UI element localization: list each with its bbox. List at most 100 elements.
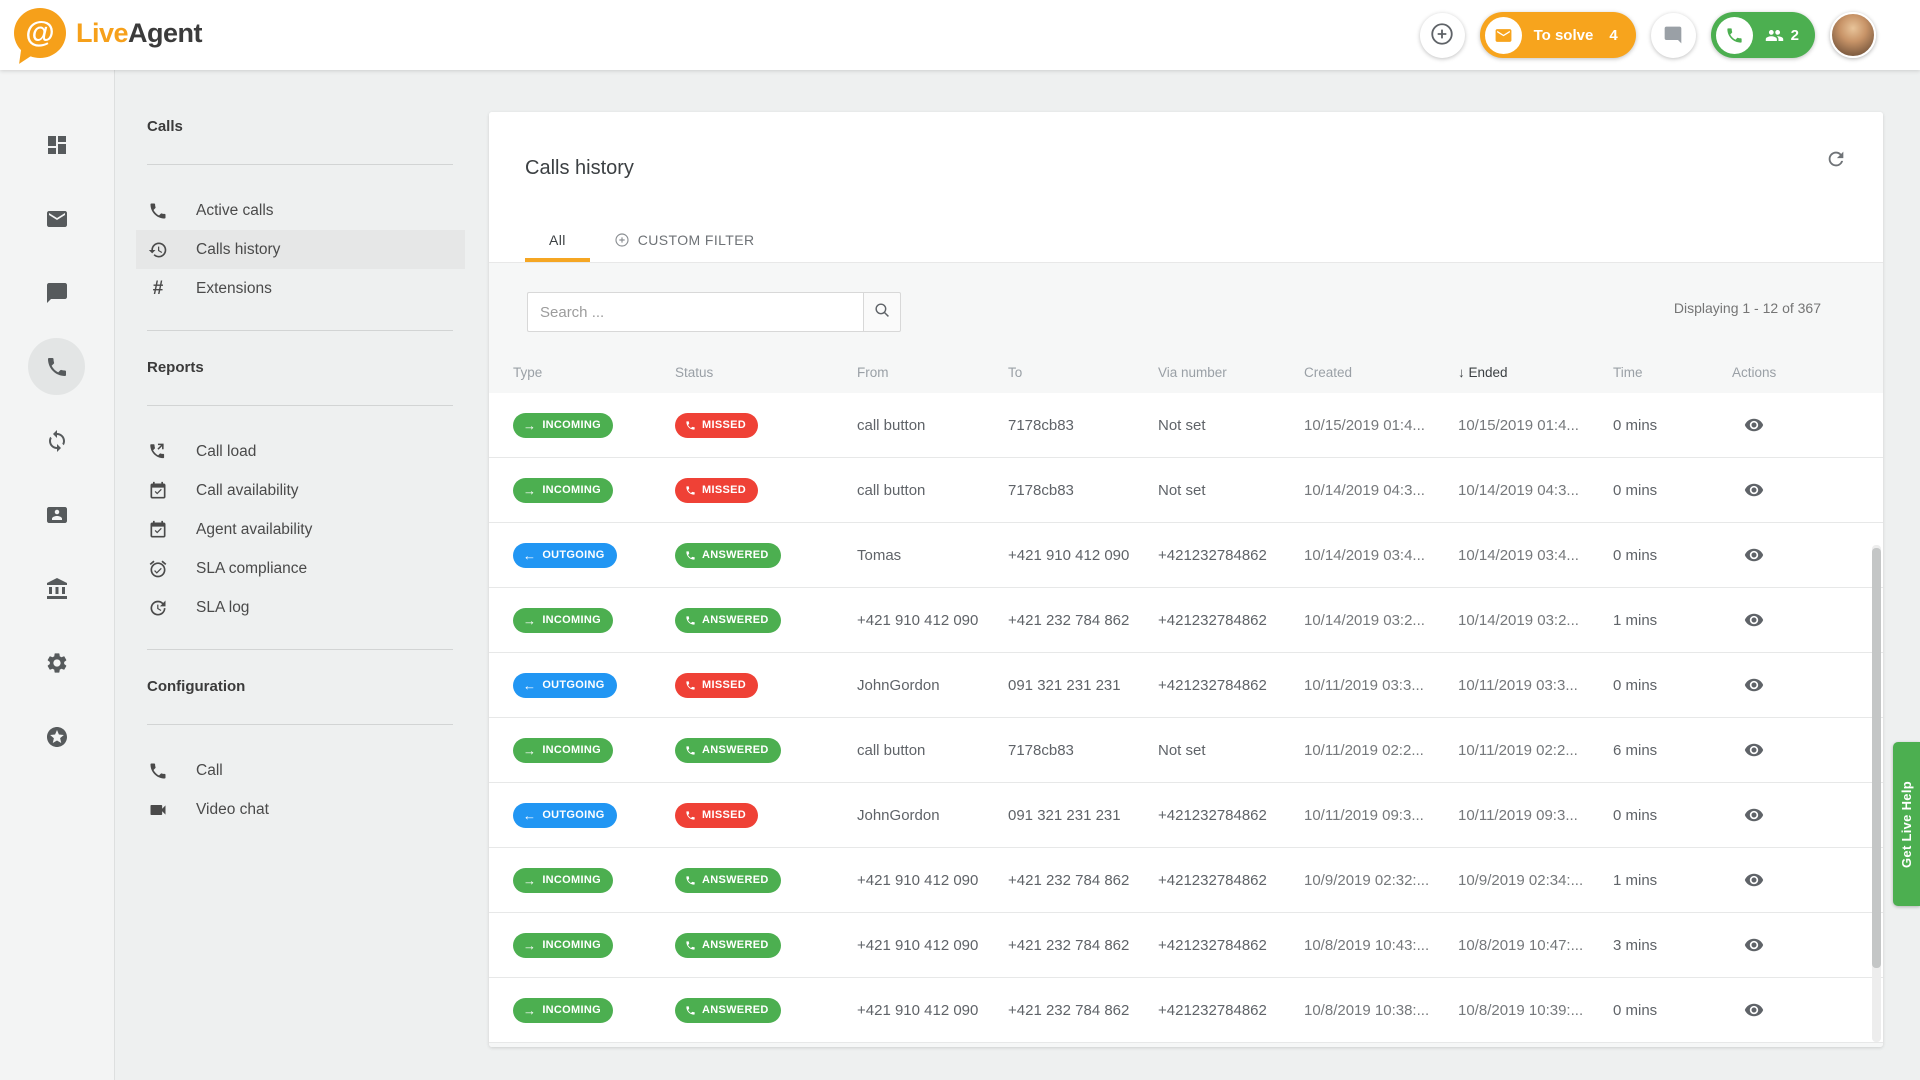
bank-icon [45, 577, 69, 601]
via-number-cell: +421232784862 [1158, 937, 1304, 954]
sidebar-item-sla-compliance[interactable]: SLA compliance [136, 549, 465, 588]
chat-bubble-icon [1663, 25, 1683, 45]
view-call-button[interactable] [1732, 415, 1764, 435]
table-row[interactable]: →INCOMINGANSWEREDcall button7178cb83Not … [489, 718, 1883, 783]
view-call-button[interactable] [1732, 610, 1764, 630]
tab-label: CUSTOM FILTER [638, 232, 755, 248]
view-call-button[interactable] [1732, 480, 1764, 500]
view-call-button[interactable] [1732, 675, 1764, 695]
to-cell: 091 321 231 231 [1008, 677, 1158, 694]
table-row[interactable]: →INCOMINGANSWERED+421 910 412 090+421 23… [489, 588, 1883, 653]
sidebar-item-active-calls[interactable]: Active calls [136, 191, 465, 230]
sidebar-item-label: Call load [196, 443, 256, 461]
sidebar-item-sla-log[interactable]: SLA log [136, 588, 465, 627]
rail-item-contacts[interactable] [20, 478, 94, 552]
scrollbar-thumb[interactable] [1872, 548, 1881, 968]
user-avatar[interactable] [1830, 12, 1876, 58]
column-header-via-number[interactable]: Via number [1158, 365, 1304, 380]
eye-icon [1744, 935, 1764, 955]
mail-icon [45, 207, 69, 231]
sidebar-item-call[interactable]: Call [136, 751, 465, 790]
filter-tabs: All CUSTOM FILTER [525, 218, 778, 262]
via-number-cell: +421232784862 [1158, 872, 1304, 889]
arrow-left-icon: ← [523, 679, 536, 692]
rail-item-sync[interactable] [20, 404, 94, 478]
table-row[interactable]: →INCOMINGMISSEDcall button7178cb83Not se… [489, 393, 1883, 458]
view-call-button[interactable] [1732, 870, 1764, 890]
column-header-status[interactable]: Status [675, 365, 857, 380]
rail-item-dashboard[interactable] [20, 108, 94, 182]
eye-icon [1744, 675, 1764, 695]
ended-cell: 10/11/2019 02:2... [1458, 742, 1613, 759]
view-call-button[interactable] [1732, 935, 1764, 955]
search-button[interactable] [863, 292, 901, 332]
history-icon [147, 240, 169, 260]
rail-item-mail[interactable] [20, 182, 94, 256]
get-live-help-button[interactable]: Get Live Help [1893, 742, 1920, 906]
sidebar-item-label: Agent availability [196, 521, 312, 539]
search-input[interactable] [527, 292, 863, 332]
call-status-badge: ANSWERED [675, 738, 781, 763]
from-cell: call button [857, 417, 1008, 434]
column-header-created[interactable]: Created [1304, 365, 1458, 380]
chat-panel-button[interactable] [1651, 13, 1696, 58]
call-status-badge: ANSWERED [675, 543, 781, 568]
call-type-badge: →INCOMING [513, 608, 613, 633]
eye-icon [1744, 740, 1764, 760]
rail-item-billing[interactable] [20, 552, 94, 626]
column-header-to[interactable]: To [1008, 365, 1158, 380]
eye-icon [1744, 545, 1764, 565]
phone-icon [45, 355, 69, 379]
ended-cell: 10/14/2019 03:4... [1458, 547, 1613, 564]
column-header-actions[interactable]: Actions [1732, 365, 1883, 380]
view-call-button[interactable] [1732, 805, 1764, 825]
arrow-right-icon: → [523, 744, 536, 757]
via-number-cell: +421232784862 [1158, 1002, 1304, 1019]
table-row[interactable]: ←OUTGOINGMISSEDJohnGordon091 321 231 231… [489, 783, 1883, 848]
arrow-right-icon: → [523, 614, 536, 627]
sidebar-item-calls-history[interactable]: Calls history [136, 230, 465, 269]
to-cell: +421 232 784 862 [1008, 937, 1158, 954]
from-cell: JohnGordon [857, 807, 1008, 824]
ended-cell: 10/8/2019 10:47:... [1458, 937, 1613, 954]
to-solve-button[interactable]: To solve 4 [1480, 12, 1636, 58]
table-row[interactable]: →INCOMINGMISSEDcall button7178cb83Not se… [489, 458, 1883, 523]
table-row[interactable]: ←OUTGOINGMISSEDJohnGordon091 321 231 231… [489, 653, 1883, 718]
table-row[interactable]: →INCOMINGANSWERED+421 910 412 090+421 23… [489, 848, 1883, 913]
rail-item-chat[interactable] [20, 256, 94, 330]
sidebar-item-call-availability[interactable]: Call availability [136, 471, 465, 510]
tab-all[interactable]: All [525, 218, 590, 262]
refresh-button[interactable] [1825, 148, 1847, 173]
view-call-button[interactable] [1732, 740, 1764, 760]
view-call-button[interactable] [1732, 545, 1764, 565]
table-row[interactable]: →INCOMINGANSWERED+421 910 412 090+421 23… [489, 978, 1883, 1043]
column-header-from[interactable]: From [857, 365, 1008, 380]
table-scrollbar [1872, 545, 1881, 1042]
ended-cell: 10/15/2019 01:4... [1458, 417, 1613, 434]
call-status-badge: ANSWERED [675, 933, 781, 958]
column-header-type[interactable]: Type [513, 365, 675, 380]
tab-custom-filter[interactable]: CUSTOM FILTER [590, 218, 779, 262]
top-header: @ LiveAgent To solve 4 2 [0, 0, 1920, 70]
rail-item-calls[interactable] [20, 330, 94, 404]
rail-item-settings[interactable] [20, 626, 94, 700]
calls-online-button[interactable]: 2 [1711, 12, 1815, 58]
sidebar-item-agent-availability[interactable]: Agent availability [136, 510, 465, 549]
table-row[interactable]: ←OUTGOINGANSWEREDTomas+421 910 412 090+4… [489, 523, 1883, 588]
column-header-ended[interactable]: ↓ Ended [1458, 365, 1613, 380]
table-row[interactable]: →INCOMINGANSWERED+421 910 412 090+421 23… [489, 913, 1883, 978]
liveagent-logo[interactable]: @ LiveAgent [14, 8, 202, 58]
sidebar-item-extensions[interactable]: #Extensions [136, 269, 465, 308]
sidebar-item-video-chat[interactable]: Video chat [136, 790, 465, 829]
arrow-right-icon: → [523, 874, 536, 887]
get-live-help-label: Get Live Help [1899, 781, 1914, 868]
eye-icon [1744, 480, 1764, 500]
add-new-button[interactable] [1420, 13, 1465, 58]
ended-cell: 10/8/2019 10:39:... [1458, 1002, 1613, 1019]
rail-item-starred[interactable] [20, 700, 94, 774]
view-call-button[interactable] [1732, 1000, 1764, 1020]
column-header-time[interactable]: Time [1613, 365, 1732, 380]
sidebar-item-call-load[interactable]: Call load [136, 432, 465, 471]
phone-icon [685, 1005, 696, 1016]
logo-text-live: Live [76, 18, 128, 48]
